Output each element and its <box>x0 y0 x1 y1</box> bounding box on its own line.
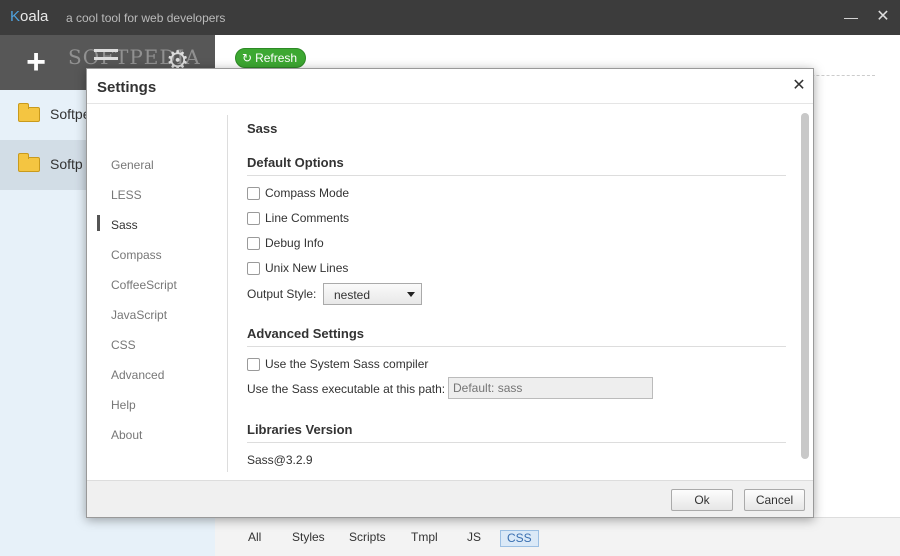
line-comments-checkbox[interactable] <box>247 212 260 225</box>
app-name-rest: oala <box>20 8 49 25</box>
nav-divider <box>227 115 228 472</box>
filter-all[interactable]: All <box>242 530 267 547</box>
file-filter-bar: All Styles Scripts Tmpl JS CSS <box>215 517 900 556</box>
output-style-value: nested <box>334 288 371 302</box>
compass-mode-label: Compass Mode <box>265 186 350 200</box>
sass-path-label: Use the Sass executable at this path: <box>247 382 446 396</box>
sass-path-input[interactable] <box>448 377 653 399</box>
dialog-footer: Ok Cancel <box>87 480 813 517</box>
nav-help[interactable]: Help <box>111 398 136 412</box>
nav-less[interactable]: LESS <box>111 188 142 202</box>
title-bar: Koala a cool tool for web developers — ✕ <box>0 0 900 35</box>
nav-general[interactable]: General <box>111 158 154 172</box>
add-project-button[interactable]: + <box>0 35 72 90</box>
refresh-button[interactable]: ↻ Refresh <box>235 48 307 68</box>
divider <box>247 346 786 347</box>
active-nav-marker <box>97 215 100 231</box>
settings-dialog: Settings ✕ General LESS Sass Compass Cof… <box>86 68 814 518</box>
folder-icon <box>18 103 40 122</box>
divider <box>247 175 786 176</box>
nav-advanced[interactable]: Advanced <box>111 368 164 382</box>
divider <box>247 442 786 443</box>
app-name-initial: K <box>10 8 21 25</box>
default-options-heading: Default Options <box>247 155 344 170</box>
project-label: Softpe <box>50 106 91 122</box>
scrollbar[interactable] <box>801 113 809 459</box>
minimize-button[interactable]: — <box>842 8 860 26</box>
output-style-label: Output Style: <box>247 287 317 301</box>
output-style-select[interactable]: nested <box>323 283 422 305</box>
unix-new-lines-checkbox[interactable] <box>247 262 260 275</box>
line-comments-label: Line Comments <box>265 211 350 225</box>
libraries-version-value: Sass@3.2.9 <box>247 453 313 467</box>
debug-info-label: Debug Info <box>265 236 324 250</box>
filter-css[interactable]: CSS <box>500 530 539 547</box>
nav-about[interactable]: About <box>111 428 142 442</box>
scrollbar-thumb[interactable] <box>801 113 809 459</box>
system-sass-checkbox[interactable] <box>247 358 260 371</box>
ok-button[interactable]: Ok <box>671 489 733 511</box>
window-close-button[interactable]: ✕ <box>874 8 892 26</box>
filter-styles[interactable]: Styles <box>286 530 331 547</box>
project-label: Softp <box>50 156 83 172</box>
debug-info-checkbox[interactable] <box>247 237 260 250</box>
filter-scripts[interactable]: Scripts <box>343 530 392 547</box>
nav-sass[interactable]: Sass <box>111 218 138 232</box>
filter-js[interactable]: JS <box>461 530 487 547</box>
app-name: Koala <box>10 8 48 25</box>
nav-compass[interactable]: Compass <box>111 248 162 262</box>
dialog-close-button[interactable]: ✕ <box>791 78 807 94</box>
settings-nav: General LESS Sass Compass CoffeeScript J… <box>87 104 229 474</box>
advanced-settings-heading: Advanced Settings <box>247 326 365 341</box>
section-title: Sass <box>247 121 278 136</box>
refresh-label: Refresh <box>255 51 298 65</box>
app-tagline: a cool tool for web developers <box>66 11 226 25</box>
nav-javascript[interactable]: JavaScript <box>111 308 167 322</box>
cancel-button[interactable]: Cancel <box>744 489 805 511</box>
chevron-down-icon <box>407 292 415 297</box>
unix-new-lines-label: Unix New Lines <box>265 261 349 275</box>
dialog-title: Settings <box>97 79 157 96</box>
nav-coffeescript[interactable]: CoffeeScript <box>111 278 177 292</box>
filter-tmpl[interactable]: Tmpl <box>405 530 444 547</box>
libraries-version-heading: Libraries Version <box>247 422 353 437</box>
system-sass-label: Use the System Sass compiler <box>265 357 429 371</box>
nav-css[interactable]: CSS <box>111 338 136 352</box>
compass-mode-checkbox[interactable] <box>247 187 260 200</box>
refresh-icon: ↻ <box>242 51 253 65</box>
folder-icon <box>18 153 40 172</box>
